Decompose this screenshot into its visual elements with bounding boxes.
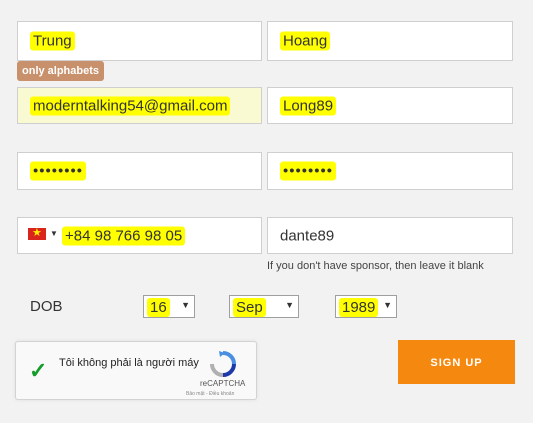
dob-label: DOB [30,298,63,315]
checkmark-icon[interactable]: ✓ [29,358,47,384]
chevron-down-icon: ▼ [383,300,392,310]
first-name-field[interactable]: Trung [17,21,262,61]
last-name-field[interactable]: Hoang [267,21,513,61]
dob-month-select[interactable]: Sep ▼ [229,295,299,318]
vietnam-flag-icon[interactable]: ★ [28,227,46,240]
email-field[interactable]: moderntalking54@gmail.com [17,87,262,124]
password-field[interactable]: •••••••• [17,152,262,190]
password-value: •••••••• [30,161,87,181]
first-name-value: Trung [30,31,75,51]
last-name-value: Hoang [280,31,331,51]
username-field[interactable]: Long89 [267,87,513,124]
chevron-down-icon[interactable]: ▼ [50,229,58,238]
sponsor-value: dante89 [280,227,335,244]
confirm-password-field[interactable]: •••••••• [267,152,513,190]
email-value: moderntalking54@gmail.com [30,96,231,115]
phone-value: +84 98 766 98 05 [62,226,186,245]
dob-year-select[interactable]: 1989 ▼ [335,295,397,318]
recaptcha-widget[interactable]: ✓ Tôi không phải là người máy reCAPTCHA … [15,341,257,400]
recaptcha-brand: reCAPTCHA [200,379,246,388]
sign-up-button[interactable]: SIGN UP [398,340,515,384]
sponsor-field[interactable]: dante89 [267,217,513,254]
phone-field[interactable]: ★ ▼ +84 98 766 98 05 [17,217,262,254]
recaptcha-terms[interactable]: Bảo mật - Điều khoản [186,391,234,397]
chevron-down-icon: ▼ [285,300,294,310]
dob-month-value: Sep [233,298,266,317]
dob-year-value: 1989 [339,298,379,317]
sponsor-hint: If you don't have sponsor, then leave it… [267,260,484,272]
username-value: Long89 [280,96,337,115]
validation-tooltip: only alphabets [17,61,105,81]
recaptcha-logo-icon [210,351,236,377]
confirm-password-value: •••••••• [280,161,337,181]
recaptcha-label: Tôi không phải là người máy [59,357,199,369]
dob-day-select[interactable]: 16 ▼ [143,295,195,318]
dob-day-value: 16 [147,298,170,317]
chevron-down-icon: ▼ [181,300,190,310]
